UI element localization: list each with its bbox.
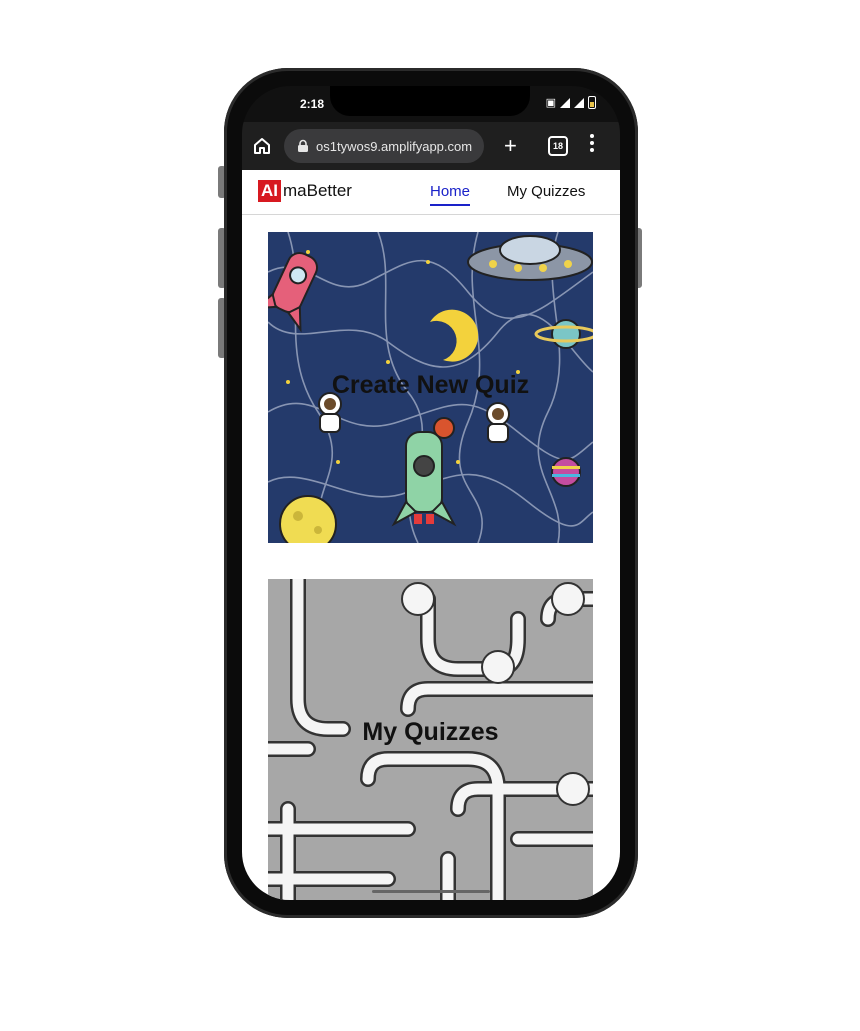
my-quizzes-label: My Quizzes	[362, 718, 499, 746]
home-icon[interactable]	[252, 136, 272, 156]
nav-home-link[interactable]: Home	[430, 183, 471, 206]
almabetter-logo[interactable]: AI maBetter	[258, 180, 352, 202]
lock-icon	[298, 139, 308, 152]
nav-my-quizzes-link[interactable]: My Quizzes	[507, 183, 585, 200]
my-quizzes-card[interactable]: My Quizzes	[268, 579, 593, 900]
address-bar[interactable]: os1tywos9.amplifyapp.com	[284, 129, 484, 163]
url-text: os1tywos9.amplifyapp.com	[316, 138, 473, 154]
battery-icon	[588, 96, 596, 109]
signal-icon	[560, 97, 570, 108]
data-icon: ▣	[545, 96, 556, 109]
notch	[330, 86, 530, 116]
phone-screen: 2:18 ▣ os1tywos9.amplifyapp.com + 18 AI …	[242, 86, 620, 900]
home-indicator	[372, 890, 490, 893]
status-time: 2:18	[300, 97, 325, 111]
create-new-quiz-card[interactable]: Create New Quiz	[268, 232, 593, 543]
app-navbar: AI maBetter Home My Quizzes	[242, 170, 620, 215]
create-new-quiz-label: Create New Quiz	[331, 371, 530, 399]
status-icons: ▣	[546, 96, 596, 109]
web-page: AI maBetter Home My Quizzes Create New Q…	[242, 170, 620, 900]
signal-icon-2	[574, 97, 584, 108]
new-tab-button[interactable]: +	[504, 135, 517, 157]
logo-highlight: AI	[258, 180, 281, 202]
logo-text: maBetter	[283, 181, 352, 200]
tab-switcher-button[interactable]: 18	[548, 136, 568, 156]
plus-icon: +	[504, 133, 517, 158]
menu-dots-icon[interactable]	[590, 134, 594, 155]
browser-toolbar: os1tywos9.amplifyapp.com + 18	[242, 122, 620, 170]
